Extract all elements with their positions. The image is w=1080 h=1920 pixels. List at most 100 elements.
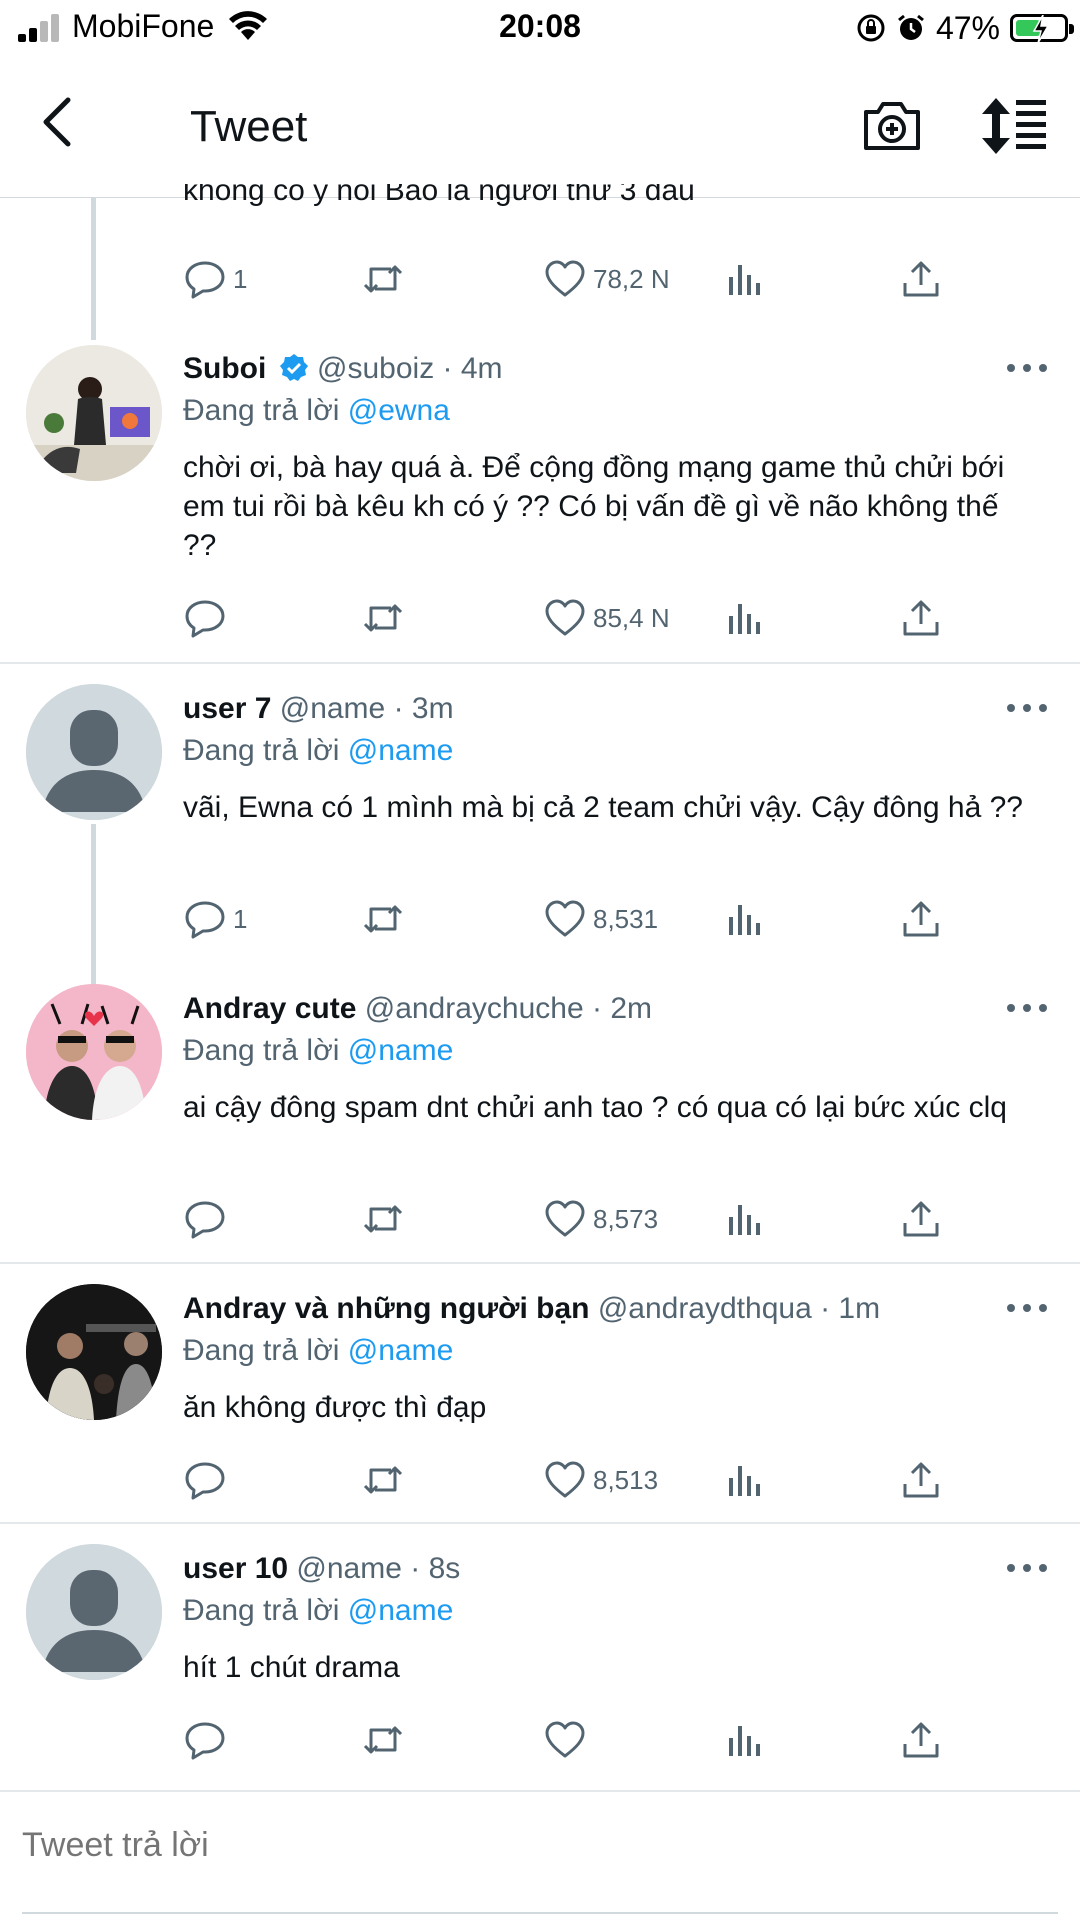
stats-button[interactable] — [723, 593, 767, 643]
display-name[interactable]: user 10 — [183, 1552, 288, 1585]
retweet-button[interactable] — [361, 254, 405, 304]
retweet-icon — [363, 1726, 403, 1754]
camera-plus-icon[interactable] — [860, 96, 924, 154]
like-button[interactable]: 78,2 N — [543, 254, 670, 304]
share-button[interactable] — [899, 254, 943, 304]
avatar[interactable] — [26, 684, 162, 820]
share-icon — [903, 901, 939, 937]
retweet-button[interactable] — [361, 1194, 405, 1244]
handle: @andraydthqua — [597, 1292, 812, 1325]
stats-button[interactable] — [723, 254, 767, 304]
reply-button[interactable]: 1 — [183, 254, 247, 304]
tweet-header: Andray cute @andraychuche · 2m — [183, 992, 652, 1026]
share-button[interactable] — [899, 1194, 943, 1244]
input-underline — [22, 1912, 1058, 1914]
divider — [0, 1522, 1080, 1524]
share-button[interactable] — [899, 1715, 943, 1765]
display-name[interactable]: Andray cute — [183, 992, 356, 1025]
retweet-button[interactable] — [361, 894, 405, 944]
tweet-text: ai cậy đông spam dnt chửi anh tao ? có q… — [183, 1091, 1007, 1124]
divider — [0, 662, 1080, 664]
stats-icon — [729, 1205, 760, 1235]
share-button[interactable] — [899, 593, 943, 643]
like-button[interactable]: 8,513 — [543, 1455, 658, 1505]
replying-to: Đang trả lời @name — [183, 734, 454, 767]
default-avatar-icon — [26, 1544, 162, 1680]
more-icon[interactable] — [1005, 698, 1049, 718]
stats-button[interactable] — [723, 1715, 767, 1765]
tweet-actions: 8,573 — [183, 1194, 963, 1244]
display-name[interactable]: user 7 — [183, 692, 271, 725]
tweet-text: chời ơi, bà hay quá à. Để cộng đồng mạng… — [183, 451, 1005, 562]
retweet-icon — [363, 265, 403, 293]
like-button[interactable] — [543, 1715, 593, 1765]
reply-icon — [185, 1201, 225, 1239]
retweet-button[interactable] — [361, 1455, 405, 1505]
avatar[interactable] — [26, 984, 162, 1120]
tweet-header: Suboi @suboiz · 4m — [183, 352, 503, 386]
thread-line — [91, 198, 96, 340]
avatar[interactable] — [26, 1544, 162, 1680]
more-icon[interactable] — [1005, 1298, 1049, 1318]
retweet-button[interactable] — [361, 593, 405, 643]
avatar[interactable] — [26, 345, 162, 481]
alarm-icon — [898, 14, 924, 40]
tweet-text: ăn không được thì đạp — [183, 1391, 487, 1424]
mention-link[interactable]: @ewna — [348, 394, 450, 427]
share-button[interactable] — [899, 894, 943, 944]
retweet-icon — [363, 604, 403, 632]
retweet-button[interactable] — [361, 1715, 405, 1765]
tweet-text: hít 1 chút drama — [183, 1651, 400, 1684]
reply-button[interactable] — [183, 1715, 233, 1765]
mention-link[interactable]: @name — [348, 1594, 454, 1627]
heart-icon — [545, 900, 585, 937]
tweet-actions: 85,4 N — [183, 593, 963, 643]
stats-button[interactable] — [723, 894, 767, 944]
more-icon[interactable] — [1005, 358, 1049, 378]
reply-icon — [185, 901, 225, 939]
reply-icon — [185, 600, 225, 638]
mention-link[interactable]: @name — [348, 1034, 454, 1067]
reply-button[interactable] — [183, 1455, 233, 1505]
reply-icon — [185, 261, 225, 299]
heart-icon — [545, 1200, 585, 1237]
more-icon[interactable] — [1005, 998, 1049, 1018]
reply-icon — [185, 1722, 225, 1760]
avatar[interactable] — [26, 1284, 162, 1420]
like-count: 85,4 N — [593, 602, 670, 633]
stats-button[interactable] — [723, 1455, 767, 1505]
handle: @andraychuche — [364, 992, 584, 1025]
like-button[interactable]: 8,573 — [543, 1194, 658, 1244]
handle: @name — [279, 692, 386, 725]
stats-button[interactable] — [723, 1194, 767, 1244]
tweet-actions: 8,513 — [183, 1455, 963, 1505]
replying-to: Đang trả lời @name — [183, 1034, 454, 1067]
heart-icon — [545, 260, 585, 297]
tweet-header: user 7 @name · 3m — [183, 692, 454, 726]
reply-button[interactable]: 1 — [183, 894, 247, 944]
reply-button[interactable] — [183, 593, 233, 643]
share-icon — [903, 1722, 939, 1758]
sort-icon[interactable] — [980, 96, 1050, 156]
display-name[interactable]: Suboi — [183, 352, 266, 385]
reply-input[interactable] — [22, 1826, 1022, 1865]
stats-icon — [729, 265, 760, 295]
share-button[interactable] — [899, 1455, 943, 1505]
display-name[interactable]: Andray và những người bạn — [183, 1292, 589, 1325]
back-arrow-icon[interactable] — [28, 92, 88, 152]
tweet-text: vãi, Ewna có 1 mình mà bị cả 2 team chửi… — [183, 791, 1023, 824]
verified-icon — [279, 354, 308, 381]
heart-icon — [545, 1721, 585, 1758]
mention-link[interactable]: @name — [348, 734, 454, 767]
previous-tweet-text: không có ý nói Bảo là người thứ 3 đâu — [183, 184, 695, 207]
default-avatar-icon — [26, 684, 162, 820]
like-button[interactable]: 85,4 N — [543, 593, 670, 643]
retweet-icon — [363, 905, 403, 933]
like-button[interactable]: 8,531 — [543, 894, 658, 944]
tweet-actions — [183, 1715, 963, 1765]
battery-icon — [1010, 14, 1074, 43]
reply-button[interactable] — [183, 1194, 233, 1244]
handle: @name — [296, 1552, 402, 1585]
mention-link[interactable]: @name — [348, 1334, 454, 1367]
more-icon[interactable] — [1005, 1558, 1049, 1578]
